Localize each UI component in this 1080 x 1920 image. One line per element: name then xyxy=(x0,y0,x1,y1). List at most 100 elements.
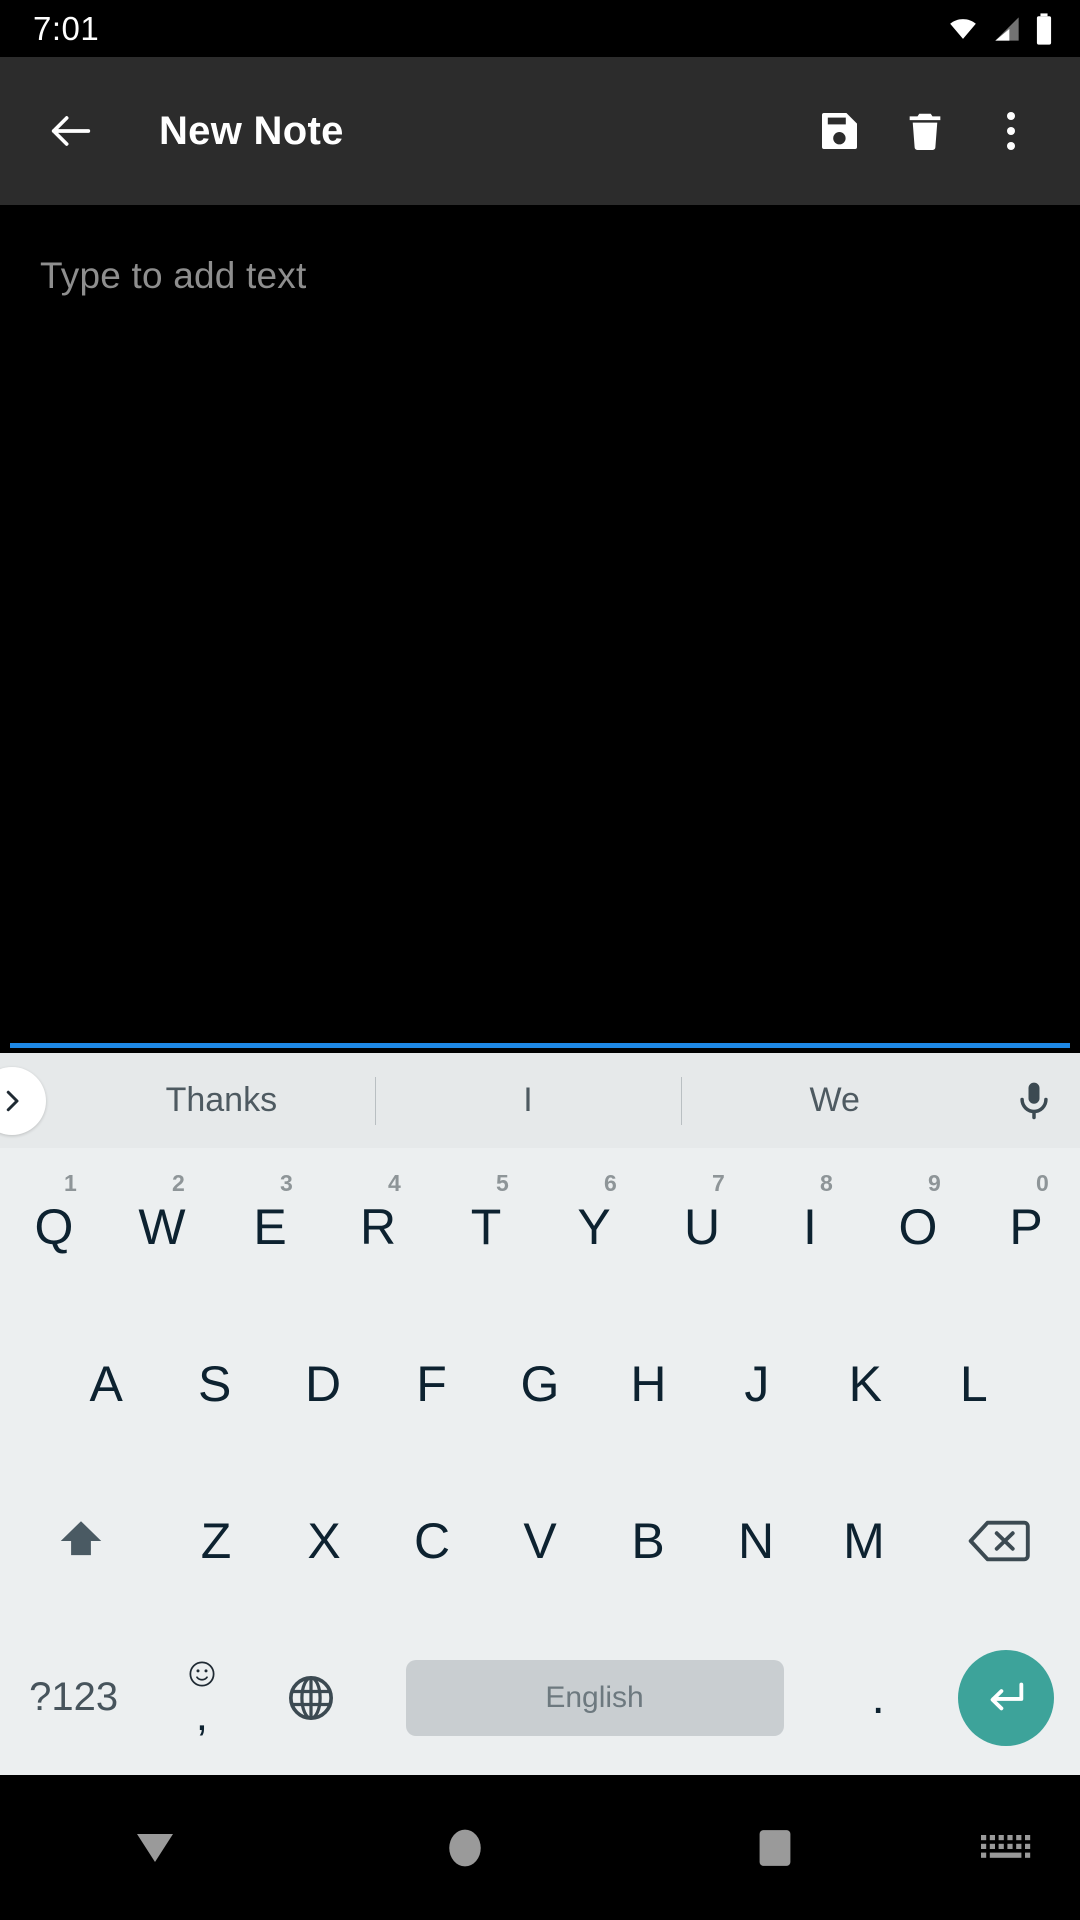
page-title: New Note xyxy=(159,108,344,153)
comma-emoji-key[interactable]: , xyxy=(147,1619,256,1776)
nav-back-button[interactable] xyxy=(0,1828,310,1868)
key-t[interactable]: 5T xyxy=(432,1148,540,1305)
key-g[interactable]: G xyxy=(486,1305,594,1462)
key-label: I xyxy=(803,1198,817,1255)
key-x[interactable]: X xyxy=(270,1462,378,1619)
note-text-placeholder: Type to add text xyxy=(40,255,307,296)
key-p[interactable]: 0P xyxy=(972,1148,1080,1305)
enter-key-circle xyxy=(958,1649,1055,1746)
key-hint: 8 xyxy=(820,1170,833,1196)
suggestion-chip[interactable]: I xyxy=(375,1081,682,1120)
microphone-icon xyxy=(1020,1082,1048,1119)
key-l[interactable]: L xyxy=(920,1305,1028,1462)
key-hint: 6 xyxy=(604,1170,617,1196)
key-hint: 4 xyxy=(388,1170,401,1196)
home-circle-icon xyxy=(449,1829,481,1866)
phone-screen: 7:01 New Note Type to add text Thanks I … xyxy=(0,0,1080,1920)
key-m[interactable]: M xyxy=(810,1462,918,1619)
keyboard-row-2: A S D F G H J K L xyxy=(0,1305,1080,1462)
system-navigation-bar xyxy=(0,1775,1080,1920)
language-switch-key[interactable] xyxy=(256,1619,365,1776)
cellular-signal-icon xyxy=(995,16,1019,41)
wifi-icon xyxy=(950,18,976,39)
enter-key[interactable] xyxy=(933,1619,1080,1776)
key-label: U xyxy=(683,1198,721,1255)
key-d[interactable]: D xyxy=(269,1305,377,1462)
app-bar-actions xyxy=(796,88,1054,174)
key-hint: 7 xyxy=(712,1170,725,1196)
save-button[interactable] xyxy=(796,88,882,174)
key-b[interactable]: B xyxy=(594,1462,702,1619)
virtual-keyboard: 1Q 2W 3E 4R 5T 6Y 7U 8I 9O 0P A S D F G … xyxy=(0,1148,1080,1775)
key-j[interactable]: J xyxy=(703,1305,811,1462)
nav-keyboard-switch-button[interactable] xyxy=(930,1833,1080,1863)
key-hint: 2 xyxy=(172,1170,185,1196)
keyboard-switch-icon xyxy=(981,1834,1031,1858)
key-hint: 0 xyxy=(1036,1170,1049,1196)
keyboard-row-4: ?123 , English . xyxy=(0,1619,1080,1776)
battery-icon xyxy=(1036,12,1052,45)
comma-label: , xyxy=(195,1691,208,1740)
key-label: Q xyxy=(34,1198,74,1255)
nav-recents-button[interactable] xyxy=(620,1825,930,1871)
key-r[interactable]: 4R xyxy=(324,1148,432,1305)
backspace-key[interactable] xyxy=(918,1462,1080,1619)
key-k[interactable]: K xyxy=(811,1305,919,1462)
shift-key[interactable] xyxy=(0,1462,162,1619)
key-f[interactable]: F xyxy=(377,1305,485,1462)
delete-button[interactable] xyxy=(882,88,968,174)
floppy-disk-save-icon xyxy=(822,113,857,149)
space-key-label: English xyxy=(405,1659,784,1736)
key-label: R xyxy=(359,1198,397,1255)
key-hint: 9 xyxy=(928,1170,941,1196)
trash-icon xyxy=(909,113,941,150)
collapse-keyboard-triangle-icon xyxy=(137,1833,173,1862)
key-c[interactable]: C xyxy=(378,1462,486,1619)
chevron-right-icon xyxy=(6,1090,19,1111)
symbols-key[interactable]: ?123 xyxy=(0,1619,147,1776)
back-button[interactable] xyxy=(40,100,102,162)
key-a[interactable]: A xyxy=(52,1305,160,1462)
expand-suggestions-button[interactable] xyxy=(0,1066,46,1135)
key-v[interactable]: V xyxy=(486,1462,594,1619)
nav-home-button[interactable] xyxy=(310,1825,620,1871)
recents-square-icon xyxy=(759,1829,791,1866)
key-hint: 1 xyxy=(64,1170,77,1196)
key-label: O xyxy=(898,1198,938,1255)
voice-input-button[interactable] xyxy=(988,1079,1080,1123)
enter-return-icon xyxy=(991,1682,1024,1710)
status-bar: 7:01 xyxy=(0,0,1080,57)
key-i[interactable]: 8I xyxy=(756,1148,864,1305)
key-hint: 5 xyxy=(496,1170,509,1196)
key-e[interactable]: 3E xyxy=(216,1148,324,1305)
keyboard-row-3: Z X C V B N M xyxy=(0,1462,1080,1619)
overflow-button[interactable] xyxy=(968,88,1054,174)
status-clock: 7:01 xyxy=(33,9,100,47)
key-u[interactable]: 7U xyxy=(648,1148,756,1305)
key-h[interactable]: H xyxy=(594,1305,702,1462)
period-key[interactable]: . xyxy=(824,1619,933,1776)
space-key[interactable]: English xyxy=(365,1619,823,1776)
suggestion-chip[interactable]: Thanks xyxy=(68,1081,375,1120)
arrow-back-icon xyxy=(51,116,91,146)
key-hint: 3 xyxy=(280,1170,293,1196)
key-o[interactable]: 9O xyxy=(864,1148,972,1305)
key-label: Y xyxy=(577,1198,611,1255)
suggestion-items: Thanks I We xyxy=(68,1081,988,1120)
key-n[interactable]: N xyxy=(702,1462,810,1619)
key-label: W xyxy=(138,1198,186,1255)
key-z[interactable]: Z xyxy=(162,1462,270,1619)
key-y[interactable]: 6Y xyxy=(540,1148,648,1305)
key-label: E xyxy=(253,1198,287,1255)
key-q[interactable]: 1Q xyxy=(0,1148,108,1305)
suggestion-chip[interactable]: We xyxy=(681,1081,988,1120)
status-icons xyxy=(946,12,1054,46)
shift-arrow-icon xyxy=(60,1520,102,1555)
key-s[interactable]: S xyxy=(160,1305,268,1462)
key-w[interactable]: 2W xyxy=(108,1148,216,1305)
more-vertical-icon xyxy=(1007,112,1015,150)
app-bar: New Note xyxy=(0,57,1080,205)
keyboard-row-1: 1Q 2W 3E 4R 5T 6Y 7U 8I 9O 0P xyxy=(0,1148,1080,1305)
note-editor[interactable]: Type to add text xyxy=(0,205,1080,1048)
key-label: T xyxy=(470,1198,502,1255)
